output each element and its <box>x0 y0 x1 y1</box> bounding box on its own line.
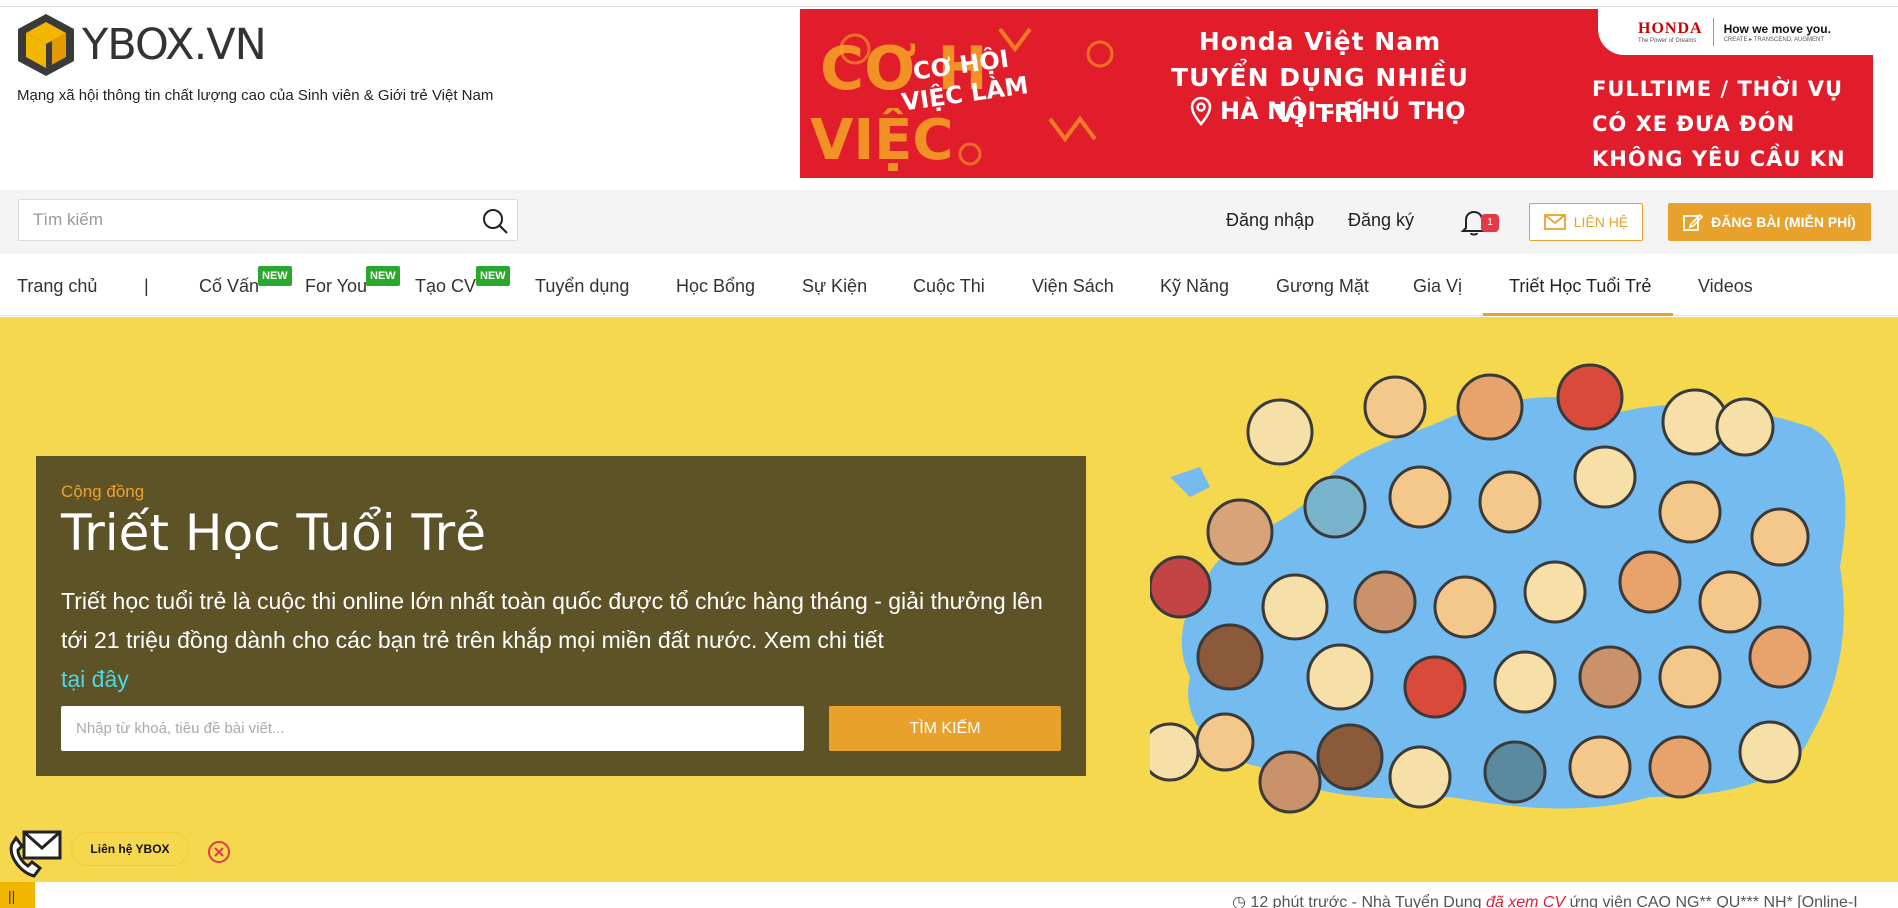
clock-icon: ◷ <box>1232 894 1246 908</box>
banner-right-text: FULLTIME / THỜI VỤ CÓ XE ĐƯA ĐÓN KHÔNG Y… <box>1592 72 1846 177</box>
honda-logo-box: HONDA The Power of Dreams How we move yo… <box>1598 9 1873 55</box>
logo-text: YBOX.VN <box>82 20 267 70</box>
honda-slogan: How we move you. <box>1723 21 1831 36</box>
notification-badge: 1 <box>1481 214 1499 232</box>
ticker-prefix: - Nhà Tuyển Dụng <box>1347 894 1486 908</box>
nav-item-ky-nang[interactable]: Kỹ Năng <box>1160 276 1229 297</box>
banner-right-line3: KHÔNG YÊU CẦU KN <box>1592 147 1846 171</box>
ticker-suffix: ứng viên CAO NG** QU*** NH* [Online-I <box>1565 894 1858 908</box>
close-icon[interactable] <box>207 840 231 864</box>
location-pin-icon <box>1190 96 1212 126</box>
banner-right-line1: FULLTIME / THỜI VỤ <box>1592 77 1844 101</box>
svg-text:VIỆC: VIỆC <box>810 108 954 173</box>
hero-search-button[interactable]: TÌM KIẾM <box>829 706 1061 751</box>
phone-mail-icon[interactable] <box>8 826 64 878</box>
banner-location-text: HÀ NỘI - PHÚ THỌ <box>1220 97 1466 125</box>
faces-map-illustration-icon <box>1150 363 1846 814</box>
login-link[interactable]: Đăng nhập <box>1226 210 1314 231</box>
hero-section: Cộng đồng Triết Học Tuổi Trẻ Triết học t… <box>0 317 1898 882</box>
contact-button-label: LIÊN HỆ <box>1573 214 1629 230</box>
register-link[interactable]: Đăng ký <box>1348 210 1414 231</box>
nav-item-home[interactable]: Trang chủ <box>17 276 97 297</box>
nav-item-triet-hoc-tuoi-tre[interactable]: Triết Học Tuổi Trẻ <box>1509 276 1651 297</box>
banner-right-line2: CÓ XE ĐƯA ĐÓN <box>1592 112 1796 136</box>
main-nav: Trang chủ | Cố Vấn NEW For You NEW Tạo C… <box>0 254 1898 316</box>
hero-description-text: Triết học tuổi trẻ là cuộc thi online lớ… <box>61 588 1043 653</box>
nav-item-tuyen-dung[interactable]: Tuyển dụng <box>535 276 629 297</box>
post-article-button[interactable]: ĐĂNG BÀI (MIỄN PHÍ) <box>1668 203 1871 241</box>
banner-location: HÀ NỘI - PHÚ THỌ <box>1190 96 1465 126</box>
banner-title-line1: Honda Việt Nam <box>1198 27 1442 56</box>
honda-separator <box>1712 18 1714 46</box>
new-badge: NEW <box>366 266 400 286</box>
honda-brand: HONDA <box>1638 20 1703 37</box>
toolbar: Đăng nhập Đăng ký LIÊN HỆ ĐĂNG BÀI (MIỄN… <box>0 190 1898 254</box>
ad-banner[interactable]: CƠ H VIỆC CƠ HỘI VIỆC LÀM Honda Việt Nam… <box>800 9 1873 178</box>
hero-search-input[interactable] <box>61 706 804 751</box>
contact-ybox-button[interactable]: Liên hệ YBOX <box>71 832 189 866</box>
cube-logo-icon <box>18 14 74 76</box>
edit-icon <box>1683 213 1704 231</box>
ticker-handle[interactable]: || <box>0 882 35 908</box>
hero-category[interactable]: Cộng đồng <box>61 482 144 502</box>
nav-item-co-van[interactable]: Cố Vấn <box>199 276 259 297</box>
new-badge: NEW <box>258 266 292 286</box>
nav-item-hoc-bong[interactable]: Học Bổng <box>676 276 755 297</box>
hero-detail-link[interactable]: tại đây <box>61 666 129 692</box>
post-article-button-label: ĐĂNG BÀI (MIỄN PHÍ) <box>1711 214 1856 230</box>
nav-active-indicator <box>1483 313 1673 316</box>
nav-item-tao-cv[interactable]: Tạo CV <box>415 276 476 297</box>
honda-slogan-sub: CREATE ▸ TRANSCEND, AUGMENT <box>1723 36 1825 43</box>
nav-item-guong-mat[interactable]: Gương Mặt <box>1276 276 1369 297</box>
mail-icon <box>1543 214 1566 230</box>
nav-separator: | <box>144 276 149 296</box>
nav-item-gia-vi[interactable]: Gia Vị <box>1413 276 1462 297</box>
search-input[interactable] <box>19 200 459 240</box>
ticker-action: đã xem CV <box>1485 894 1566 908</box>
nav-item-videos[interactable]: Videos <box>1698 276 1753 297</box>
ticker-text: ◷ 12 phút trước - Nhà Tuyển Dụng đã xem … <box>1232 892 1858 908</box>
honda-brand-sub: The Power of Dreams <box>1638 38 1697 44</box>
hero-title: Triết Học Tuổi Trẻ <box>61 504 486 562</box>
activity-ticker: || ◷ 12 phút trước - Nhà Tuyển Dụng đã x… <box>0 882 1898 908</box>
logo[interactable]: YBOX.VN <box>16 12 267 78</box>
nav-item-cuoc-thi[interactable]: Cuộc Thi <box>913 276 985 297</box>
search-box <box>18 199 518 241</box>
top-border <box>0 0 1898 7</box>
contact-button[interactable]: LIÊN HỆ <box>1529 203 1643 241</box>
nav-item-for-you[interactable]: For You <box>305 276 367 297</box>
search-icon[interactable] <box>481 207 509 235</box>
ticker-time: 12 phút trước <box>1250 894 1348 908</box>
nav-item-vien-sach[interactable]: Viện Sách <box>1032 276 1114 297</box>
tagline: Mạng xã hội thông tin chất lượng cao của… <box>17 87 494 104</box>
hero-description: Triết học tuổi trẻ là cuộc thi online lớ… <box>61 582 1071 699</box>
hero-card: Cộng đồng Triết Học Tuổi Trẻ Triết học t… <box>36 456 1086 776</box>
nav-item-su-kien[interactable]: Sự Kiện <box>802 276 867 297</box>
new-badge: NEW <box>476 266 510 286</box>
